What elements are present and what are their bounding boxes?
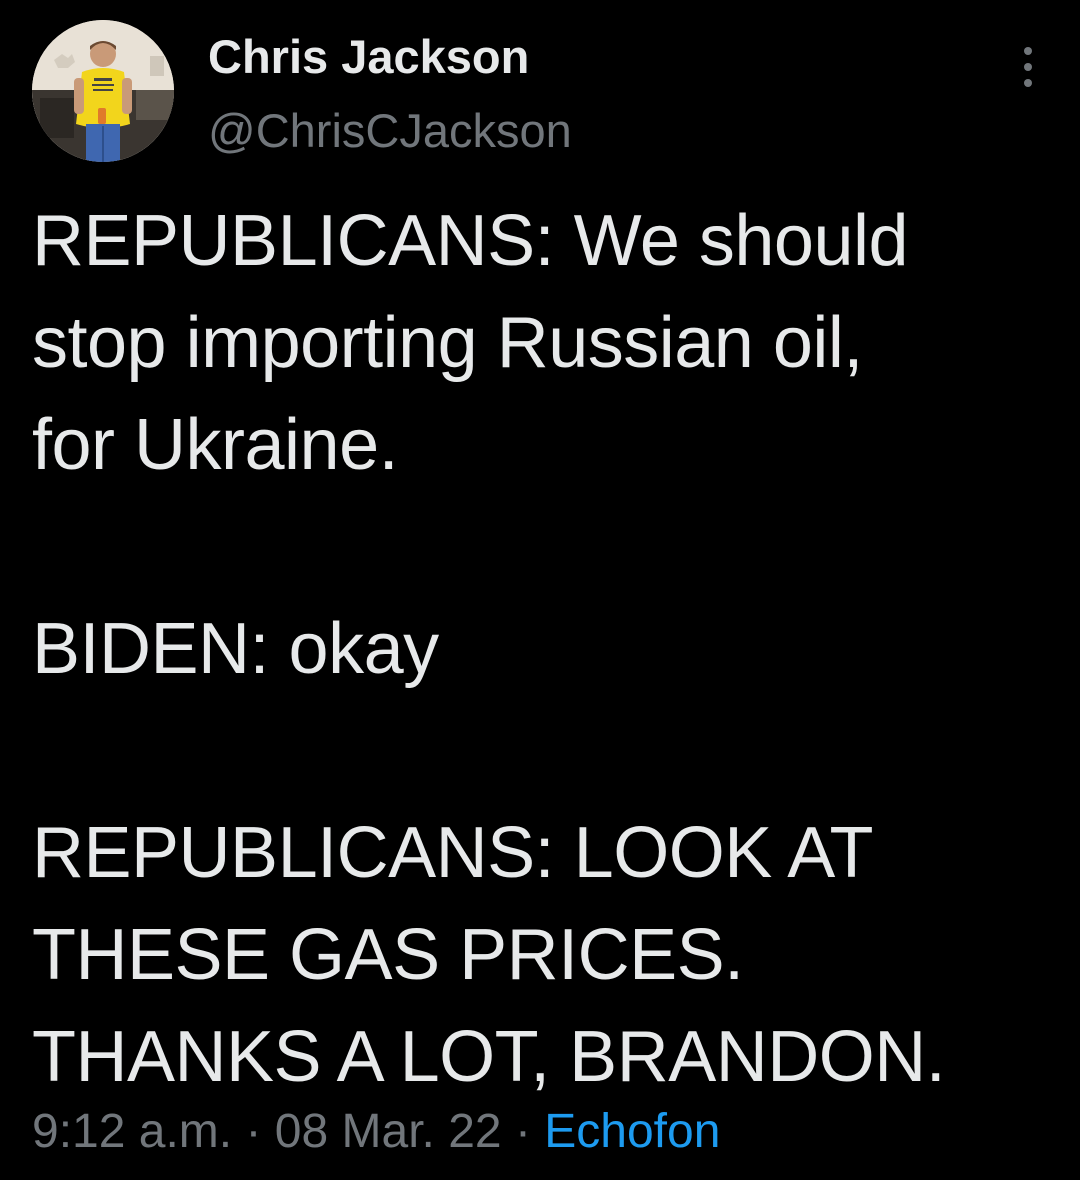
display-name[interactable]: Chris Jackson	[208, 28, 572, 86]
handle[interactable]: @ChrisCJackson	[208, 102, 572, 160]
tweet-paragraph: REPUBLICANS: We should stop importing Ru…	[32, 201, 909, 485]
tweet-time[interactable]: 9:12 a.m.	[32, 1105, 232, 1158]
tweet-text: REPUBLICANS: We should stop importing Ru…	[32, 190, 1042, 1108]
avatar[interactable]	[32, 20, 174, 162]
tweet-paragraph: BIDEN: okay	[32, 609, 439, 689]
profile-photo-icon	[32, 20, 174, 162]
separator: ·	[245, 1105, 262, 1158]
tweet-paragraph: REPUBLICANS: LOOK AT THESE GAS PRICES. T…	[32, 813, 946, 1097]
tweet-metadata: 9:12 a.m. · 08 Mar. 22 · Echofon	[32, 1102, 720, 1162]
author-names: Chris Jackson @ChrisCJackson	[208, 28, 572, 160]
tweet-source-link[interactable]: Echofon	[544, 1105, 720, 1158]
tweet-date[interactable]: 08 Mar. 22	[275, 1105, 502, 1158]
tweet-header: Chris Jackson @ChrisCJackson	[32, 20, 1048, 162]
tweet: Chris Jackson @ChrisCJackson REPUBLICANS…	[0, 0, 1080, 1180]
more-options-icon[interactable]	[1016, 44, 1040, 90]
separator: ·	[514, 1105, 531, 1158]
